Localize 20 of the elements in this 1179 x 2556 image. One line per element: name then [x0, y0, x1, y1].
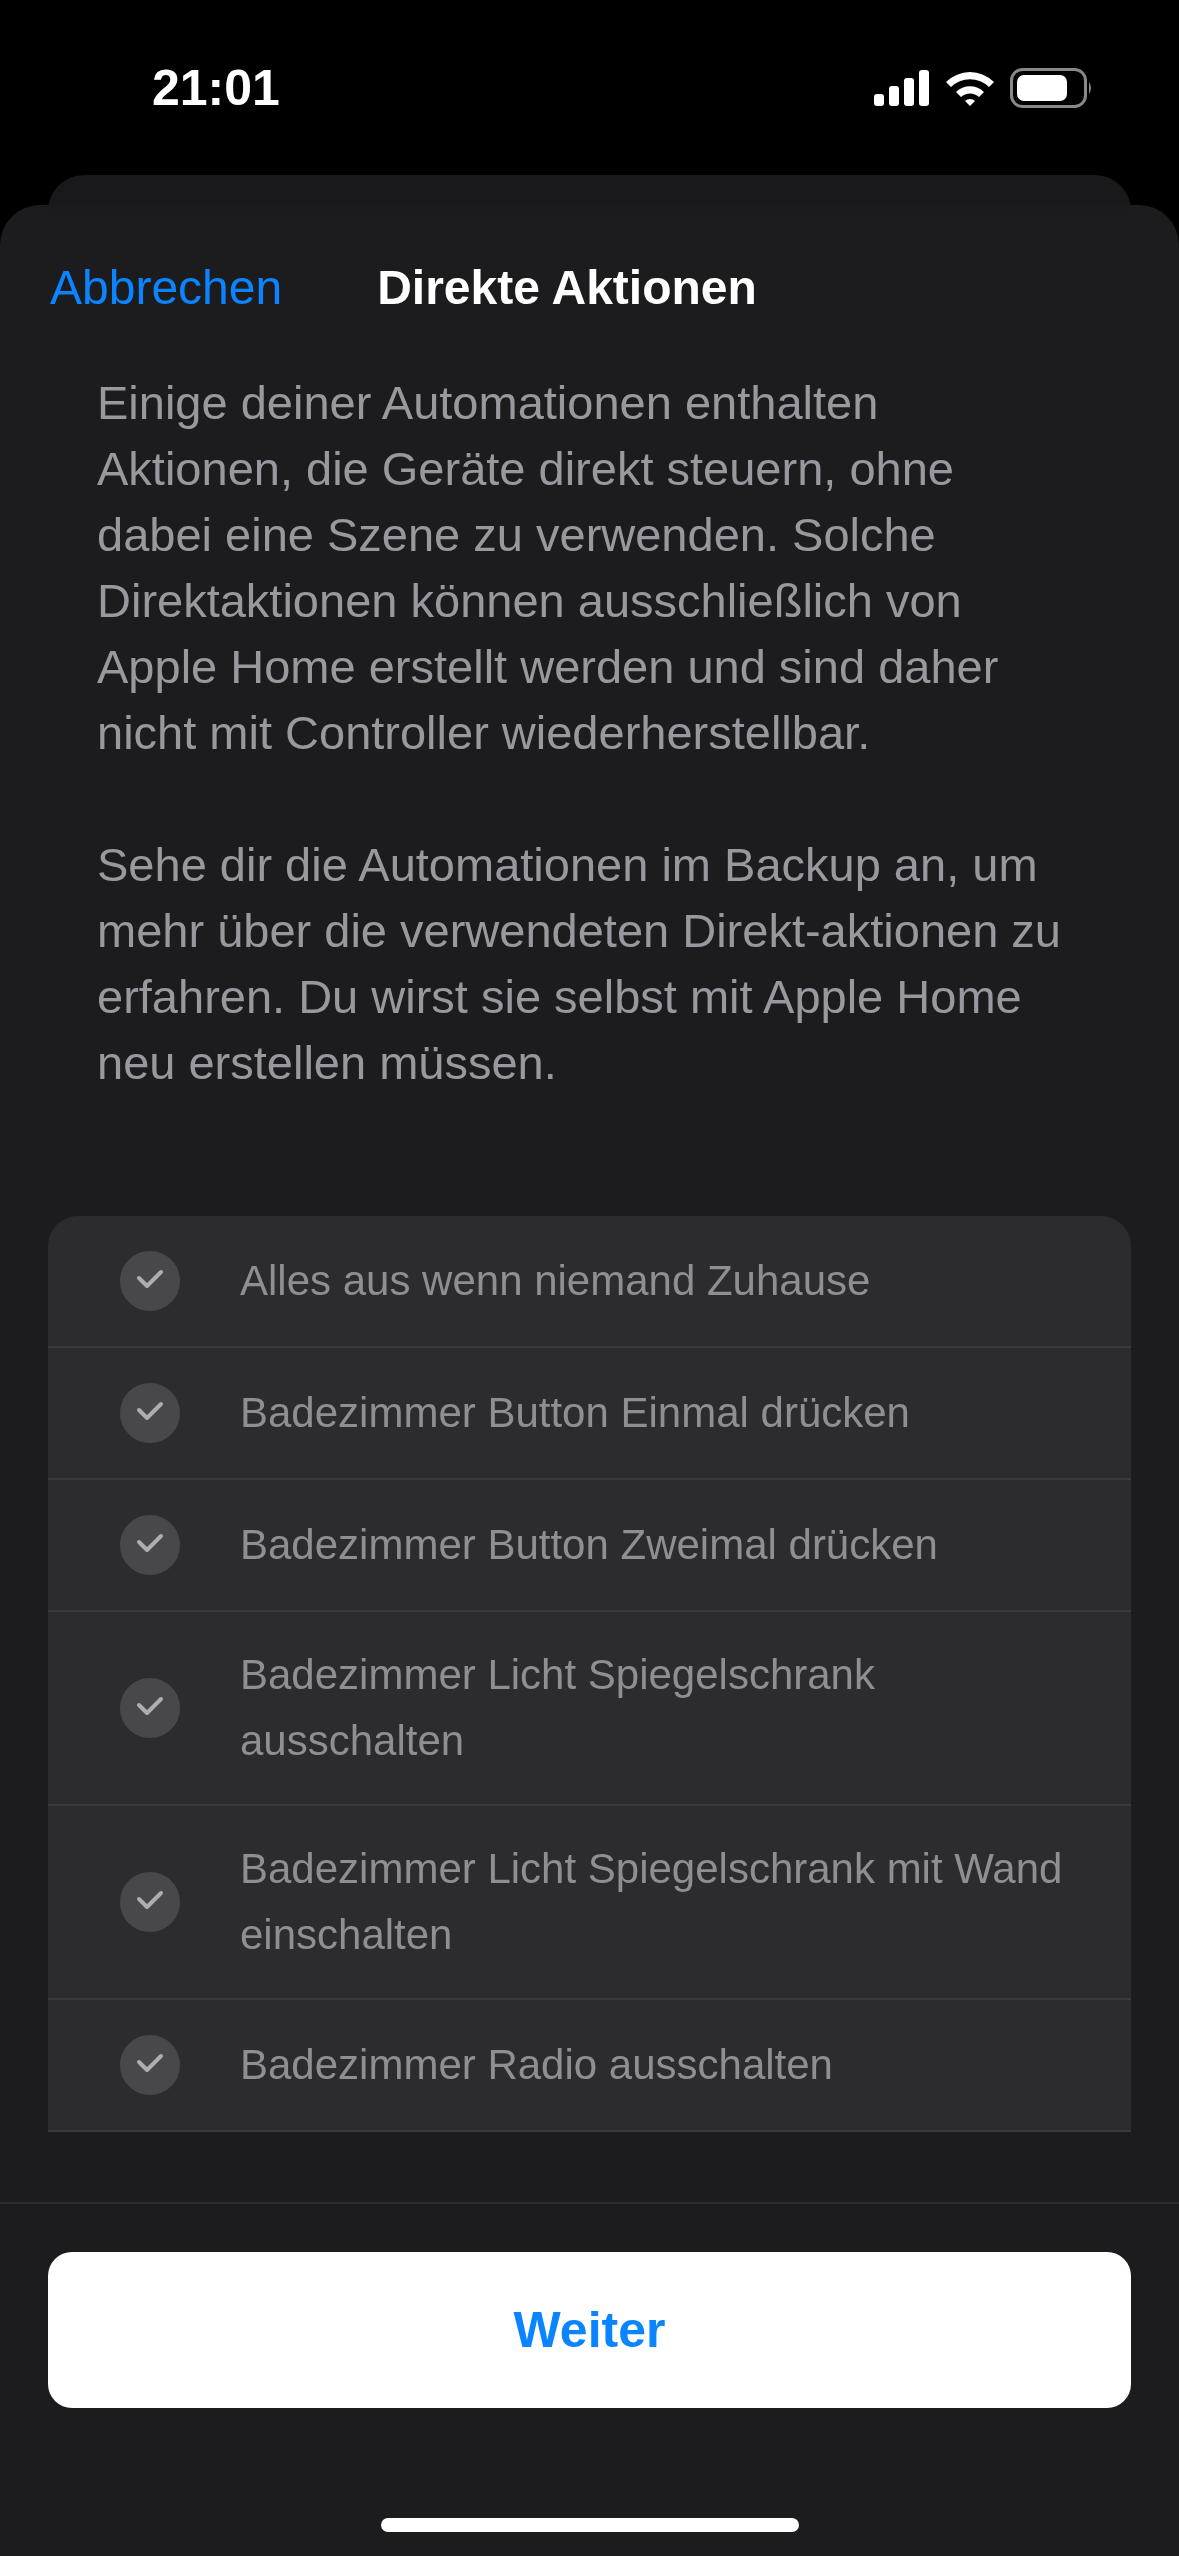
sheet-title: Direkte Aktionen — [377, 260, 757, 315]
automation-name: Badezimmer Licht Spiegelschrank ausschalten — [240, 1650, 876, 1766]
signal-icon — [874, 69, 930, 106]
continue-button[interactable]: Weiter — [48, 2252, 1131, 2408]
checkmark-icon[interactable] — [120, 1251, 180, 1311]
checkmark-icon[interactable] — [120, 1678, 180, 1738]
checkmark-icon[interactable] — [120, 1383, 180, 1443]
automation-name: Alles aus wenn niemand Zuhause — [240, 1256, 871, 1306]
description-text: Sehe dir die Automationen im Backup an, um mehr über die verwendeten Direkt-aktionen zu erfahren. Du wirst sie selbst mit Apple Home neu erstellen müssen. — [97, 837, 1062, 1091]
battery-icon — [1010, 67, 1094, 108]
checkmark-icon[interactable] — [120, 1872, 180, 1932]
automation-name: Badezimmer Button Einmal drücken — [240, 1388, 910, 1438]
automation-name: Badezimmer Radio ausschalten — [240, 2040, 833, 2090]
description-text: Einige deiner Automationen enthalten Aktionen, die Geräte direkt steuern, ohne dabei eine Szene zu verwenden. Solche Direktaktionen können ausschließlich von Apple Home erstellt werden und sind daher nicht mit Controller wiederherstellbar. — [97, 375, 1000, 761]
checkmark-icon[interactable] — [120, 1515, 180, 1575]
cancel-link[interactable]: Abbrechen — [50, 260, 283, 315]
checkmark-icon[interactable] — [120, 2035, 180, 2095]
status-time: 21:01 — [152, 58, 280, 117]
automation-name: Badezimmer Button Zweimal drücken — [240, 1520, 938, 1570]
automation-name: Badezimmer Licht Spiegelschrank mit Wand einschalten — [240, 1844, 1064, 1960]
